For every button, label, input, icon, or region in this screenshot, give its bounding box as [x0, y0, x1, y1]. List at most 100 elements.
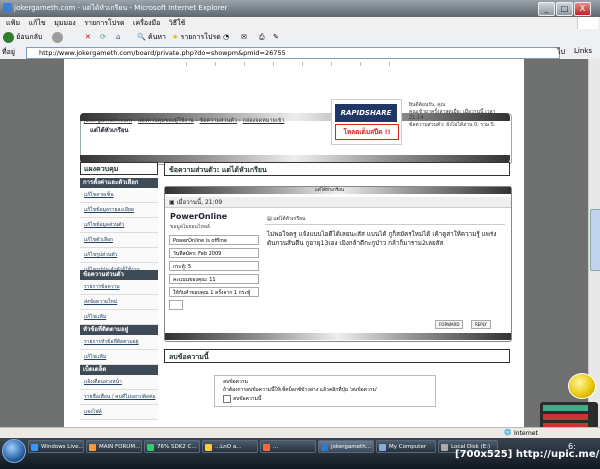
refresh-icon: ⟳ [100, 33, 106, 41]
task-jokergameth[interactable]: jokergameth... [318, 440, 374, 453]
sidebar-item-reminders[interactable]: แจ้งเตือนล่วงหน้า [80, 375, 158, 390]
vertical-scrollbar[interactable] [588, 59, 600, 427]
sidebar-item-pm-new[interactable]: ส่งข้อความใหม่ [80, 295, 158, 310]
sidebar-item-buddylist[interactable]: รายชื่อเพื่อน / คนที่ไม่อยากติดต่อ [80, 390, 158, 405]
gadget-bar-1 [543, 405, 588, 411]
minimize-button[interactable]: _ [538, 2, 555, 16]
forward-button[interactable] [52, 31, 63, 44]
sidebar-item-profile[interactable]: แก้ไขข้อมูลส่วนตัว [80, 218, 158, 233]
delete-section-title: ลบข้อความนี้ [164, 349, 510, 363]
user-status: PowerOnline is offline [169, 235, 259, 245]
address-bar: ที่อยู่ http://www.jokergameth.com/board… [0, 46, 600, 60]
task-my-computer[interactable]: My Computer [376, 440, 436, 453]
delete-checkbox-label: ลบข้อความนี้ [233, 396, 262, 402]
mail-icon: ✉ [241, 33, 247, 41]
star-icon: ★ [172, 33, 179, 41]
user-joined: วันที่สมัคร: Feb 2009 [169, 248, 259, 258]
rapidshare-banner[interactable]: RAPIDSHARE โหลดเต็มสปีด !! [331, 99, 402, 145]
delete-checkbox[interactable] [223, 395, 231, 403]
pm-post: แต่ได้หัวเกรียน ▣ เมื่อวานนี้, 21:09 Pow… [164, 186, 512, 342]
delete-instructions: ถ้าต้องการลบข้อความนี้ให้เช็คบ็อกซ์ข้างล… [223, 387, 378, 393]
status-zone: Internet [514, 430, 538, 437]
post-username[interactable]: PowerOnline [170, 212, 227, 221]
message-title: ▤ แต่ได้หัวเกรียน [267, 216, 306, 222]
links-button[interactable]: Links [574, 47, 592, 55]
print-button[interactable]: ⎙ [259, 31, 265, 44]
banner-bottom-text: โหลดเต็มสปีด !! [335, 124, 399, 140]
user-reputation: ให้กับคำขอบคุณ 1 ครั้งจาก 1 กระทู้ [169, 287, 259, 297]
welcome-box: ยินดีต้อนรับ, คุณ คุณเข้ามาครั้งล่าสุดเม… [409, 102, 496, 128]
window-titlebar[interactable]: jokergameth.com - แต่ได้หัวเกรียน - Micr… [0, 0, 600, 17]
home-icon: ⌂ [116, 33, 121, 41]
sidebar-title: แผงควบคุม [80, 162, 158, 175]
address-label: ที่อยู่ [2, 48, 15, 56]
sidebar-item-picture[interactable]: แก้ไขรูปส่วนตัว [80, 248, 158, 263]
page-title: แต่ได้หัวเกรียน [90, 127, 129, 134]
banner-top-text: RAPIDSHARE [335, 104, 397, 122]
message-body: ไม่พอใจครู แจ้งแบบไอดีได้เลยนะสัส แบนได้… [267, 231, 497, 247]
go-button[interactable]: ไป [557, 47, 565, 58]
reply-button[interactable]: REPLY [471, 320, 491, 329]
menu-help[interactable]: วิธีใช้ [169, 19, 185, 27]
post-bottom-bar [165, 333, 511, 340]
menu-view[interactable]: มุมมอง [54, 19, 75, 27]
sidebar-item-signature[interactable]: แก้ไขลายเซ็น [80, 188, 158, 203]
print-icon: ⎙ [259, 33, 265, 41]
back-button[interactable]: ย้อนกลับ [3, 31, 42, 44]
yellow-gadget-button[interactable] [568, 373, 596, 399]
forward-arrow-icon [52, 31, 63, 43]
delete-legend: ลบข้อความ [223, 379, 248, 385]
history-icon: ◔ [223, 33, 230, 41]
favorites-button[interactable]: ★ รายการโปรด [172, 31, 221, 44]
sidebar-item-options[interactable]: แก้ไขตัวเลือก [80, 233, 158, 248]
sidebar-item-pm-folders[interactable]: แก้ไขแฟ้ม [80, 310, 158, 325]
crumb-site[interactable]: jokergameth.com [84, 118, 132, 124]
history-button[interactable]: ◔ [223, 31, 229, 44]
post-icon: ▣ [169, 199, 177, 206]
search-button[interactable]: 🔍 ค้นหา [137, 31, 166, 44]
task-windows-live[interactable]: Windows Live... [28, 440, 84, 453]
user-online-icon [169, 300, 183, 310]
sidebar-item-sub-folders[interactable]: แก้ไขแฟ้ม [80, 350, 158, 365]
forward-button[interactable]: FORWARD [435, 320, 464, 329]
top-nav [186, 59, 418, 66]
sidebar-item-attachments[interactable]: แจงไฟล์ [80, 405, 158, 420]
edit-button[interactable]: ✎ [273, 31, 279, 44]
zone-globe-icon: 🌐 [504, 429, 512, 436]
maximize-button[interactable]: □ [556, 2, 573, 16]
search-icon: 🔍 [137, 33, 146, 41]
sidebar-item-details[interactable]: แก้ไขข้อมูลรายละเอียด [80, 203, 158, 218]
crumb-pm[interactable]: ข้อความส่วนตัว [200, 118, 237, 124]
task-sdk[interactable]: 76% SDK2 C... [144, 440, 200, 453]
home-button[interactable]: ⌂ [116, 31, 120, 44]
delete-fieldset: ลบข้อความ ถ้าต้องการลบข้อความนี้ให้เช็คบ… [214, 375, 436, 407]
post-box-title: แต่ได้หัวเกรียน [315, 188, 344, 193]
task-main-forum[interactable]: MAIN FORUM... [86, 440, 142, 453]
crumb-usercp[interactable]: แผงควบคุมของผู้ใช้งาน [138, 118, 194, 124]
crumb-inbox[interactable]: กล่องจดหมายเข้า [243, 118, 285, 124]
mail-button[interactable]: ✉ [241, 31, 247, 44]
gadget-bar-2 [543, 414, 588, 420]
watermark-text: [700x525] http://upic.me/ [455, 449, 600, 460]
menu-file[interactable]: แฟ้ม [6, 19, 20, 27]
user-points: คะแนนของคุณ: 11 [169, 274, 259, 284]
stop-button[interactable]: ✕ [85, 31, 91, 44]
post-usertitle: ขอมูลไมยอนไหลล์ [170, 224, 210, 230]
pm-section-title: ข้อความส่วนตัว: แต่ได้หัวเกรียน [164, 162, 510, 176]
task-item-4[interactable]: ...LnO a... [202, 440, 258, 453]
refresh-button[interactable]: ⟳ [100, 31, 106, 44]
address-input[interactable]: http://www.jokergameth.com/board/private… [26, 47, 560, 59]
menu-favorites[interactable]: รายการโปรด [84, 19, 124, 27]
sidebar-section-pm: ข้อความส่วนตัว [80, 270, 158, 280]
message-divider [265, 224, 505, 225]
task-item-5[interactable]: ... [260, 440, 316, 453]
edit-icon: ✎ [273, 33, 279, 41]
menu-edit[interactable]: แก้ไข [29, 19, 46, 27]
scrollbar-thumb[interactable] [590, 209, 600, 271]
breadcrumb: jokergameth.com › แผงควบคุมของผู้ใช้งาน … [84, 118, 285, 124]
menu-tools[interactable]: เครื่องมือ [133, 19, 160, 27]
sidebar-item-pm-list[interactable]: รายการข้อความ [80, 280, 158, 295]
close-button[interactable]: X [574, 2, 591, 16]
start-button[interactable] [2, 439, 26, 463]
sidebar-item-sub-list[interactable]: รายการหัวข้อที่ติดตามอยู่ [80, 335, 158, 350]
